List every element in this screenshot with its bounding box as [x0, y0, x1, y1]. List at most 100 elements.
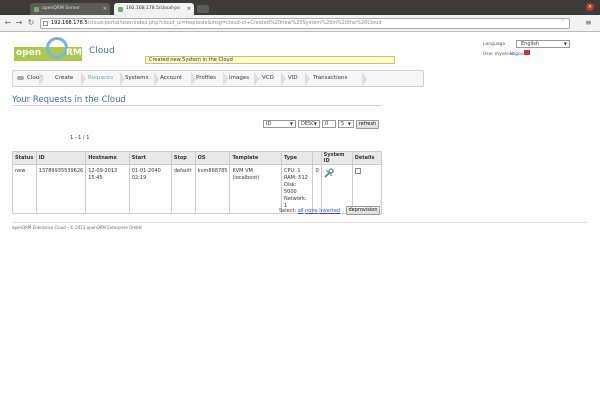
- column-header-id[interactable]: ID: [35, 151, 87, 165]
- row-select-checkbox[interactable]: [354, 168, 361, 174]
- offset-value: 0: [325, 121, 329, 127]
- cloud-icon: [17, 75, 24, 80]
- column-header-stop[interactable]: Stop: [170, 151, 196, 165]
- nav-item-label: Create: [55, 75, 74, 81]
- nav-item-label: Transactions: [313, 75, 348, 81]
- openqrm-cloud-logo[interactable]: open RM Cloud: [14, 37, 115, 63]
- forward-arrow-icon[interactable]: →: [14, 18, 24, 28]
- nav-item-vid[interactable]: VID: [288, 71, 298, 86]
- nav-item-label: VCD: [262, 75, 274, 81]
- nav-separator: [154, 72, 159, 86]
- tab-favicon: [34, 7, 39, 12]
- nav-separator: [281, 72, 286, 86]
- column-header-os[interactable]: OS: [194, 151, 231, 165]
- chevron-down-icon: ▼: [313, 121, 317, 126]
- limit-select[interactable]: 5 ▼: [338, 120, 354, 128]
- address-bar[interactable]: 192.168.178.5/cloud-portal/user/index.ph…: [40, 18, 570, 29]
- logo-text-cloud: Cloud: [89, 46, 115, 56]
- nav-item-images[interactable]: Images: [229, 71, 249, 86]
- column-header-template[interactable]: Template: [229, 151, 282, 165]
- table-row: new 13789935539626 12-09-2013 15:45 01-0…: [12, 164, 383, 214]
- select-label: Select:: [279, 208, 297, 214]
- select-all-link[interactable]: all: [298, 208, 304, 214]
- select-inverted-link[interactable]: inverted: [319, 208, 340, 214]
- table-header-row: Status ID Hostname Start Stop OS Templat…: [12, 151, 383, 165]
- url-host: 192.168.178.5: [51, 20, 88, 26]
- status-notice: Created new System in the Cloud: [145, 56, 395, 64]
- footer-divider: [12, 222, 588, 223]
- tab-close-icon[interactable]: ×: [103, 3, 107, 15]
- column-header-system-id[interactable]: System ID: [320, 151, 353, 165]
- browser-menu-icon[interactable]: ≡: [585, 18, 592, 28]
- cell-template: KVM VM (localboot): [229, 164, 282, 214]
- back-arrow-icon[interactable]: ←: [3, 18, 13, 28]
- chevron-down-icon: ▼: [347, 121, 351, 126]
- deprovision-button[interactable]: deprovision: [346, 206, 380, 215]
- tab-favicon: [118, 7, 123, 12]
- cell-start: 01-01-2040 02:19: [128, 164, 172, 214]
- order-select[interactable]: DESC ▼: [298, 120, 320, 128]
- nav-item-label: Images: [229, 75, 250, 81]
- bookmark-star-icon[interactable]: ☆: [560, 16, 565, 23]
- nav-item-label: VID: [288, 75, 298, 81]
- language-label: Language: [483, 42, 506, 47]
- offset-input[interactable]: 0: [322, 120, 336, 128]
- logo-text-rm: RM: [66, 48, 82, 58]
- select-none-link[interactable]: none: [305, 208, 317, 214]
- browser-tab-cloud-portal[interactable]: 192.168.178.5/cloud-po ×: [114, 3, 194, 15]
- nav-item-label: Systems: [125, 75, 149, 81]
- language-value: English: [521, 41, 540, 47]
- chevron-down-icon: ▼: [289, 121, 293, 126]
- column-header-details[interactable]: Details: [351, 151, 383, 165]
- reload-icon[interactable]: ↻: [26, 18, 36, 28]
- column-header-type[interactable]: Type: [280, 151, 314, 165]
- page-icon: [43, 21, 48, 26]
- nav-item-label: Profiles: [196, 75, 216, 81]
- sort-by-select[interactable]: ID ▼: [263, 120, 296, 128]
- browser-toolbar: ← → ↻ 192.168.178.5/cloud-portal/user/in…: [0, 15, 600, 32]
- column-header-start[interactable]: Start: [128, 151, 172, 165]
- cell-type: CPU: 1 RAM: 512 Disk: 5000 Network: 1: [280, 164, 314, 214]
- window-close-icon[interactable]: ×: [586, 3, 594, 11]
- tab-close-icon[interactable]: ×: [187, 3, 191, 15]
- cell-stop: default: [170, 164, 196, 214]
- column-header-hostname[interactable]: Hostname: [85, 151, 130, 165]
- select-links: Select: all none inverted: [279, 208, 340, 214]
- cell-status: new: [12, 164, 37, 214]
- nav-separator: [362, 72, 367, 86]
- nav-separator: [39, 72, 44, 86]
- cell-os: kvm868785: [194, 164, 231, 214]
- language-select[interactable]: English ▼: [516, 40, 570, 48]
- order-value: DESC: [301, 121, 315, 127]
- tab-label: openQRM Server: [42, 6, 80, 11]
- logo-q-ring: [46, 37, 68, 59]
- nav-item-transactions[interactable]: Transactions: [313, 71, 347, 86]
- flag-icon: [524, 50, 530, 55]
- limit-value: 5: [341, 121, 345, 127]
- nav-item-requests[interactable]: Requests: [88, 71, 113, 86]
- cell-extra: 0: [312, 164, 322, 214]
- title-divider: [12, 105, 382, 106]
- new-tab-button[interactable]: [197, 5, 209, 13]
- url-path: /cloud-portal/user/index.php?cloud_ui=re…: [87, 20, 382, 26]
- cell-id: 13789935539626: [35, 164, 87, 214]
- nav-separator: [305, 72, 310, 86]
- nav-separator: [254, 72, 259, 86]
- cell-hostname: 12-09-2013 15:45: [85, 164, 130, 214]
- type-ram: RAM: 512: [283, 175, 308, 181]
- nav-item-account[interactable]: Account: [160, 71, 182, 86]
- nav-separator: [223, 72, 228, 86]
- nav-item-vcd[interactable]: VCD: [262, 71, 274, 86]
- refresh-button[interactable]: refresh: [356, 120, 379, 129]
- wrench-icon[interactable]: [324, 168, 334, 178]
- nav-item-systems[interactable]: Systems: [125, 71, 148, 86]
- logo-text-open: open: [16, 48, 42, 58]
- nav-item-profiles[interactable]: Profiles: [196, 71, 216, 86]
- browser-tab-openqrm-server[interactable]: openQRM Server ×: [30, 3, 110, 15]
- browser-titlebar: openQRM Server × 192.168.178.5/cloud-po …: [0, 0, 600, 15]
- column-header-status[interactable]: Status: [12, 151, 37, 165]
- nav-item-create[interactable]: Create: [55, 71, 73, 86]
- nav-separator: [81, 72, 86, 86]
- type-cpu: CPU: 1: [283, 168, 301, 174]
- main-nav: Cloud Create Requests Systems Account Pr…: [12, 70, 424, 87]
